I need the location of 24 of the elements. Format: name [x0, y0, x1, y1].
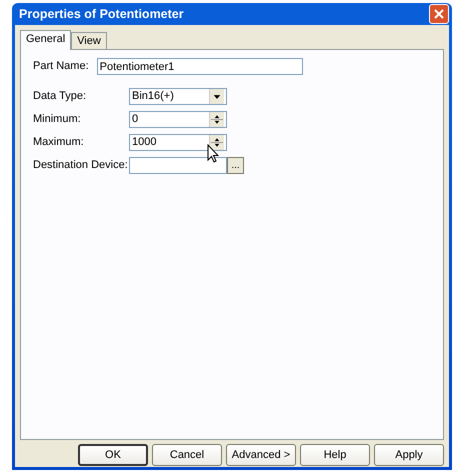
- dropdown-field[interactable]: Bin16(+): [129, 88, 227, 105]
- field-label: Maximum:: [33, 135, 85, 150]
- dialog-button[interactable]: Help: [300, 444, 370, 466]
- field-label: Part Name:: [33, 59, 89, 74]
- dialog-button[interactable]: OK: [78, 444, 148, 466]
- tab[interactable]: View: [71, 32, 107, 49]
- field-label: Minimum:: [33, 112, 82, 128]
- text-field[interactable]: [129, 157, 227, 174]
- field-label: Data Type:: [33, 89, 87, 104]
- browse-button[interactable]: ...: [227, 157, 244, 174]
- close-icon: [433, 8, 445, 20]
- spinner-arrows-icon[interactable]: [209, 112, 224, 127]
- spinner-arrows-icon[interactable]: [209, 135, 224, 150]
- text-field[interactable]: Potentiometer1: [96, 58, 303, 75]
- window-title: Properties of Potentiometer: [19, 6, 184, 23]
- tab[interactable]: General: [20, 30, 72, 50]
- dialog-button[interactable]: Advanced >: [226, 444, 296, 466]
- dialog-button[interactable]: Cancel: [152, 444, 222, 466]
- spinner-field[interactable]: 0: [129, 111, 227, 128]
- cursor-icon: [207, 144, 219, 163]
- field-label: Destination Device:: [33, 158, 129, 174]
- dialog-button[interactable]: Apply: [374, 444, 444, 466]
- spinner-field[interactable]: 1000: [129, 134, 227, 151]
- close-button[interactable]: [429, 4, 449, 24]
